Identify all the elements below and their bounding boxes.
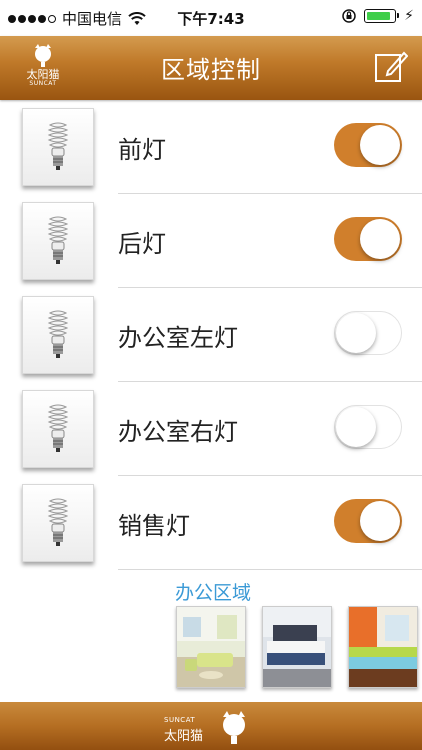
light-toggle[interactable]	[334, 311, 402, 355]
row-divider	[118, 569, 422, 570]
charging-icon: ⚡	[404, 8, 414, 24]
light-label: 后灯	[118, 230, 166, 258]
light-row: 办公室右灯	[0, 382, 422, 476]
light-label: 前灯	[118, 136, 166, 164]
footer-logo: SUNCAT 太阳猫	[164, 706, 254, 746]
bedroom-image	[263, 607, 331, 687]
light-bulb-icon	[22, 296, 94, 374]
area-thumbnail-bedroom-2[interactable]	[348, 606, 418, 688]
battery-icon	[364, 9, 400, 23]
toggle-knob	[360, 219, 400, 259]
toggle-knob	[360, 125, 400, 165]
footer-logo-cn: 太阳猫	[164, 729, 204, 744]
light-row: 销售灯	[0, 476, 422, 570]
footer-bar: SUNCAT 太阳猫	[0, 702, 422, 750]
status-right: ⚡	[342, 8, 414, 24]
living-room-image	[177, 607, 245, 687]
header-bar: 太阳猫 SUNCAT 区域控制	[0, 36, 422, 100]
light-bulb-icon	[22, 390, 94, 468]
light-toggle[interactable]	[334, 499, 402, 543]
light-label: 办公室左灯	[118, 324, 238, 352]
edit-icon[interactable]	[374, 49, 408, 83]
status-bar: 中国电信 下午7:43 ⚡	[0, 0, 422, 36]
light-label: 办公室右灯	[118, 418, 238, 446]
footer-logo-en: SUNCAT	[164, 716, 196, 724]
area-thumbnail-bedroom-1[interactable]	[262, 606, 332, 688]
bedroom-image	[349, 607, 417, 687]
light-list: 前灯 后灯 办公室左灯 办公室右灯 销售灯	[0, 100, 422, 570]
area-title: 办公区域	[175, 582, 252, 604]
sun-cat-logo-icon	[223, 711, 245, 744]
area-thumbnail-living-room[interactable]	[176, 606, 246, 688]
light-row: 前灯	[0, 100, 422, 194]
light-bulb-icon	[22, 484, 94, 562]
page-title: 区域控制	[161, 56, 261, 84]
light-toggle[interactable]	[334, 217, 402, 261]
light-bulb-icon	[22, 202, 94, 280]
light-row: 后灯	[0, 194, 422, 288]
light-toggle[interactable]	[334, 123, 402, 167]
light-row: 办公室左灯	[0, 288, 422, 382]
rotation-lock-icon	[342, 9, 356, 23]
light-label: 销售灯	[118, 512, 190, 540]
toggle-knob	[336, 313, 376, 353]
toggle-knob	[360, 501, 400, 541]
toggle-knob	[336, 407, 376, 447]
light-bulb-icon	[22, 108, 94, 186]
light-toggle[interactable]	[334, 405, 402, 449]
